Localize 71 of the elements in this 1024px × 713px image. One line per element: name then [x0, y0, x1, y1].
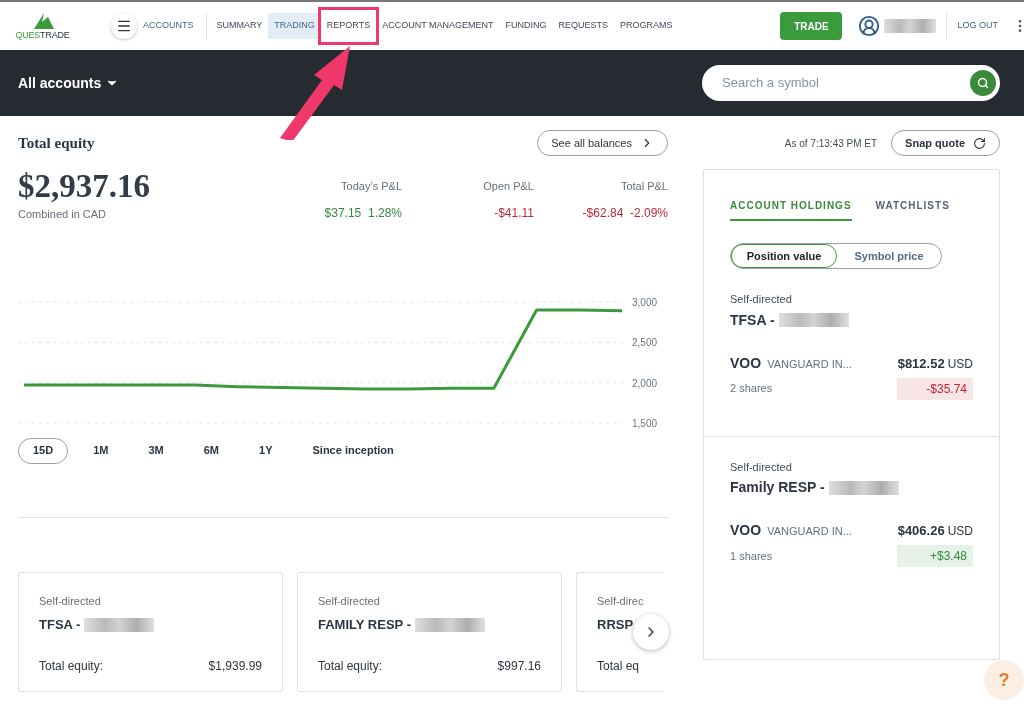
user-icon[interactable] — [858, 15, 881, 37]
position-value: $812.52 — [897, 354, 945, 373]
nav-tab[interactable]: PROGRAMS — [614, 13, 679, 39]
currency-note: Combined in CAD — [18, 207, 108, 222]
equity-title: Total equity — [18, 133, 95, 153]
axis-tick-label: 1,500 — [632, 417, 658, 429]
holdings-tab[interactable]: WATCHLISTS — [875, 198, 950, 221]
nav-tab[interactable]: REQUESTS — [552, 13, 615, 39]
nav-tab[interactable]: TRADING — [268, 13, 321, 39]
nav-tab[interactable]: SUMMARY — [210, 13, 269, 39]
symbol-description: VANGUARD IN... — [767, 356, 852, 372]
equity-label: Total equity: — [39, 657, 104, 675]
search-icon — [977, 77, 989, 89]
nav-tab[interactable]: ACCOUNT MANAGEMENT — [376, 13, 500, 39]
search-button[interactable] — [970, 70, 996, 96]
account-name: TFSA - — [730, 310, 775, 330]
equity-amount: $2,937.16 — [18, 167, 150, 206]
account-name: Family RESP - — [730, 478, 825, 497]
account-type: Self-direc — [597, 593, 644, 609]
nav-tab[interactable]: REPORTS — [320, 10, 377, 42]
range-tab[interactable]: 1Y — [244, 437, 288, 464]
pnl-label: Total P&L — [620, 179, 668, 194]
equity-label: Total equity: — [318, 657, 383, 675]
account-name: RRSP — [597, 616, 634, 634]
position-value: $406.26 — [897, 522, 945, 540]
symbol: VOO — [730, 521, 762, 540]
shares: 1 shares — [730, 548, 773, 564]
as-of-time: As of 7:13:43 PM ET — [784, 136, 878, 151]
currency: USD — [947, 523, 973, 540]
account-selector[interactable]: All accounts — [18, 72, 120, 94]
equity-value: $997.16 — [497, 657, 541, 675]
change-badge: +$3.48 — [897, 545, 973, 567]
account-card[interactable]: Self-directed FAMILY RESP - Total equity: $997.16 — [297, 571, 562, 692]
pnl-value: -$41.11 — [494, 204, 534, 222]
logo-text[interactable]: QUESTRADE — [15, 30, 70, 40]
pnl-value: -$62.84 -2.09% — [582, 204, 668, 222]
account-type: Self-directed — [730, 292, 793, 307]
account-type: Self-directed — [318, 593, 381, 609]
search-field[interactable]: Search a symbol — [702, 65, 1000, 101]
view-toggle-option[interactable]: Symbol price — [837, 244, 941, 268]
search-input[interactable]: Search a symbol — [722, 73, 970, 93]
currency: USD — [947, 355, 973, 373]
equity-value: $1,939.99 — [208, 657, 262, 675]
refresh-icon — [973, 136, 986, 150]
axis-tick-label: 2,000 — [632, 377, 658, 389]
account-type: Self-directed — [730, 459, 793, 475]
range-tab[interactable]: Since inception — [297, 437, 409, 464]
accounts-link[interactable]: ACCOUNTS — [143, 19, 194, 33]
equity-label: Total eq — [597, 657, 640, 675]
pnl-value: $37.15 1.28% — [324, 204, 402, 222]
pnl-label: Open P&L — [483, 179, 534, 194]
axis-tick-label: 3,000 — [632, 296, 658, 308]
nav-tab[interactable]: FUNDING — [499, 13, 553, 39]
trade-button[interactable]: TRADE — [780, 12, 843, 40]
logout-link[interactable]: LOG OUT — [957, 19, 998, 33]
account-name: TFSA - — [39, 616, 81, 634]
range-tab[interactable]: 1M — [78, 437, 124, 464]
range-tab[interactable]: 3M — [133, 437, 179, 464]
axis-tick-label: 2,500 — [632, 336, 658, 348]
account-type: Self-directed — [39, 593, 102, 609]
holdings-tab[interactable]: ACCOUNT HOLDINGS — [730, 198, 852, 221]
pnl-label: Today’s P&L — [341, 179, 402, 194]
view-toggle-option[interactable]: Position value — [731, 244, 837, 268]
account-card[interactable]: Self-directed TFSA - Total equity: $1,939.99 — [18, 571, 283, 692]
range-tab[interactable]: 6M — [188, 437, 235, 464]
menu-icon — [116, 18, 132, 34]
symbol-description: VANGUARD IN... — [767, 524, 852, 539]
symbol: VOO — [730, 353, 762, 373]
change-badge: -$35.74 — [897, 377, 973, 400]
shares: 2 shares — [730, 381, 773, 397]
account-name: FAMILY RESP - — [318, 616, 411, 634]
